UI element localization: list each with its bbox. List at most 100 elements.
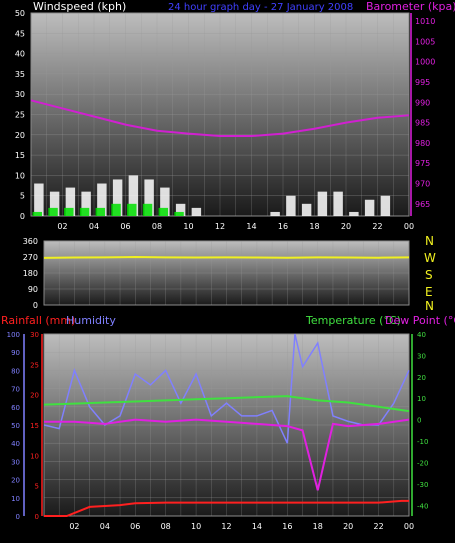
barometer-tick-label: 990 [415, 98, 430, 107]
windspeed-bar [364, 199, 375, 216]
gust-bar [174, 211, 184, 216]
x-tick-label-top: 16 [278, 222, 288, 231]
barometer-tick-label: 975 [415, 159, 430, 168]
wind-tick-label: 20 [15, 131, 25, 140]
humidity-tick-label: 70 [11, 386, 20, 394]
direction-tick-label: 0 [33, 301, 38, 310]
humidity-tick-label: 30 [11, 458, 20, 466]
barometer-tick-label: 1000 [415, 58, 435, 67]
x-tick-label-top: 20 [341, 222, 351, 231]
wind-tick-label: 40 [15, 50, 25, 59]
temperature-tick-label: 40 [417, 331, 426, 339]
barometer-tick-label: 985 [415, 119, 430, 128]
x-tick-label-bottom: 12 [221, 522, 231, 531]
x-tick-label-top: 14 [246, 222, 256, 231]
windspeed-bar [349, 211, 359, 216]
humidity-tick-label: 10 [11, 495, 20, 503]
x-tick-label-top: 08 [152, 222, 162, 231]
direction-tick-label: 180 [23, 269, 38, 278]
x-tick-label-top: 18 [309, 222, 319, 231]
x-tick-label-top: 22 [372, 222, 382, 231]
temperature-tick-label: 0 [417, 417, 421, 425]
barometer-axis-label: Barometer (kpa) [366, 0, 455, 13]
rainfall-tick-label: 20 [30, 392, 39, 400]
humidity-tick-label: 90 [11, 349, 20, 357]
temperature-tick-label: 20 [417, 374, 426, 382]
gust-bar [158, 207, 169, 216]
direction-label-n-top: N [425, 234, 434, 248]
wind-tick-label: 0 [20, 212, 25, 221]
x-tick-label-bottom: 06 [130, 522, 140, 531]
x-tick-label-bottom: 02 [69, 522, 79, 531]
x-tick-label-top: 10 [183, 222, 193, 231]
barometer-tick-label: 1010 [415, 17, 435, 26]
x-tick-label-bottom: 10 [191, 522, 201, 531]
weather-chart: 0510152025303540455096597097598098599099… [1, 0, 455, 531]
rainfall-axis-label: Rainfall (mm) [1, 314, 75, 327]
temperature-tick-label: -30 [417, 481, 428, 489]
direction-label-n-bottom: N [425, 299, 434, 313]
x-tick-label-bottom: 04 [100, 522, 110, 531]
temperature-tick-label: -10 [417, 438, 428, 446]
wind-tick-label: 10 [15, 171, 25, 180]
direction-label-w: W [424, 251, 436, 265]
wind-tick-label: 25 [15, 111, 25, 120]
windspeed-bar [317, 191, 328, 216]
temperature-tick-label: 10 [417, 395, 426, 403]
barometer-tick-label: 980 [415, 139, 430, 148]
humidity-tick-label: 60 [11, 404, 20, 412]
windspeed-bar [286, 195, 296, 216]
rainfall-tick-label: 5 [35, 483, 39, 491]
rainfall-tick-label: 10 [30, 452, 39, 460]
x-tick-label-bottom: 18 [313, 522, 323, 531]
humidity-tick-label: 50 [11, 422, 20, 430]
gust-bar [111, 203, 121, 216]
temperature-tick-label: -20 [417, 459, 428, 467]
direction-label-s: S [425, 268, 433, 282]
direction-label-e: E [425, 285, 433, 299]
gust-bar [48, 207, 58, 216]
windspeed-bar [333, 191, 343, 216]
barometer-tick-label: 995 [415, 78, 430, 87]
barometer-tick-label: 970 [415, 180, 430, 189]
x-tick-label-top: 06 [120, 222, 130, 231]
gust-bar [142, 203, 153, 216]
humidity-tick-label: 0 [16, 513, 20, 521]
wind-tick-label: 15 [15, 151, 25, 160]
wind-tick-label: 35 [15, 70, 25, 79]
windspeed-axis-label: Windspeed (kph) [33, 0, 126, 13]
windspeed-bar [270, 211, 280, 216]
humidity-tick-label: 40 [11, 440, 20, 448]
direction-tick-label: 90 [28, 285, 38, 294]
gust-bar [32, 211, 43, 216]
rainfall-tick-label: 25 [30, 361, 39, 369]
chart-title: 24 hour graph day - 27 January 2008 [168, 2, 353, 13]
humidity-tick-label: 20 [11, 477, 20, 485]
direction-tick-label: 360 [23, 237, 38, 246]
x-tick-label-top: 04 [89, 222, 99, 231]
x-tick-label-top: 12 [215, 222, 225, 231]
rainfall-tick-label: 0 [35, 513, 39, 521]
barometer-tick-label: 1005 [415, 37, 435, 46]
humidity-tick-label: 100 [7, 331, 20, 339]
rainfall-tick-label: 15 [30, 422, 39, 430]
x-tick-label-bottom: 00 [404, 522, 414, 531]
windspeed-bar [380, 195, 391, 216]
wind-tick-label: 45 [15, 29, 25, 38]
gust-bar [64, 207, 74, 216]
gust-bar [127, 203, 137, 216]
dewpoint-axis-label: Dew Point (°C) [385, 314, 455, 327]
humidity-axis-label: Humidity [66, 314, 116, 327]
temperature-tick-label: -40 [417, 502, 428, 510]
wind-tick-label: 5 [20, 192, 25, 201]
x-tick-label-top: 00 [404, 222, 414, 231]
wind-tick-label: 30 [15, 90, 25, 99]
rainfall-tick-label: 30 [30, 331, 39, 339]
humidity-tick-label: 80 [11, 367, 20, 375]
direction-tick-label: 270 [23, 253, 38, 262]
x-tick-label-bottom: 20 [343, 522, 353, 531]
wind-direction-line [43, 255, 410, 259]
gust-bar [79, 207, 90, 216]
x-tick-label-bottom: 14 [252, 522, 262, 531]
x-tick-label-bottom: 08 [161, 522, 171, 531]
